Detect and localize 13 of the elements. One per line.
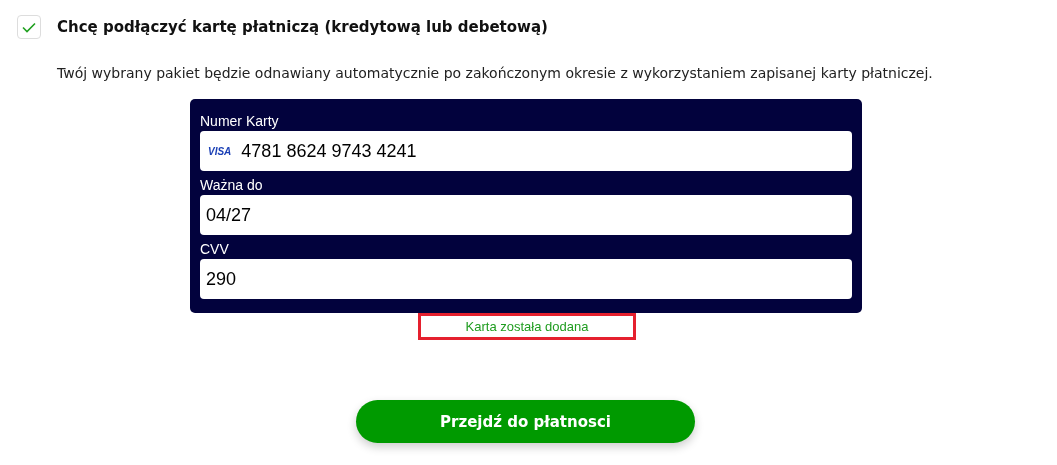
field-label: Ważna do	[200, 176, 263, 195]
checkbox-label: Chcę podłączyć kartę płatniczą (kredytową lub debetową)	[57, 18, 548, 36]
submit-button[interactable]: Przejdź do płatnosci	[356, 400, 695, 443]
info-text: Twój wybrany pakiet będzie odnawiany automatycznie po zakończonym okresie z wykorzystaniem zapisanej karty płatniczej.	[57, 65, 934, 81]
field-label: CVV	[200, 240, 229, 259]
field-label: Numer Karty	[200, 112, 279, 131]
input-field[interactable]: 04/27	[200, 195, 852, 235]
card-brand-logo: VISA	[208, 145, 232, 157]
check-icon	[22, 21, 36, 33]
input-field[interactable]: VISA 4781 8624 9743 4241	[200, 131, 852, 171]
input-field[interactable]: 290	[200, 259, 852, 299]
checkbox[interactable]	[17, 15, 41, 39]
status-message: Karta została dodana	[418, 313, 636, 340]
